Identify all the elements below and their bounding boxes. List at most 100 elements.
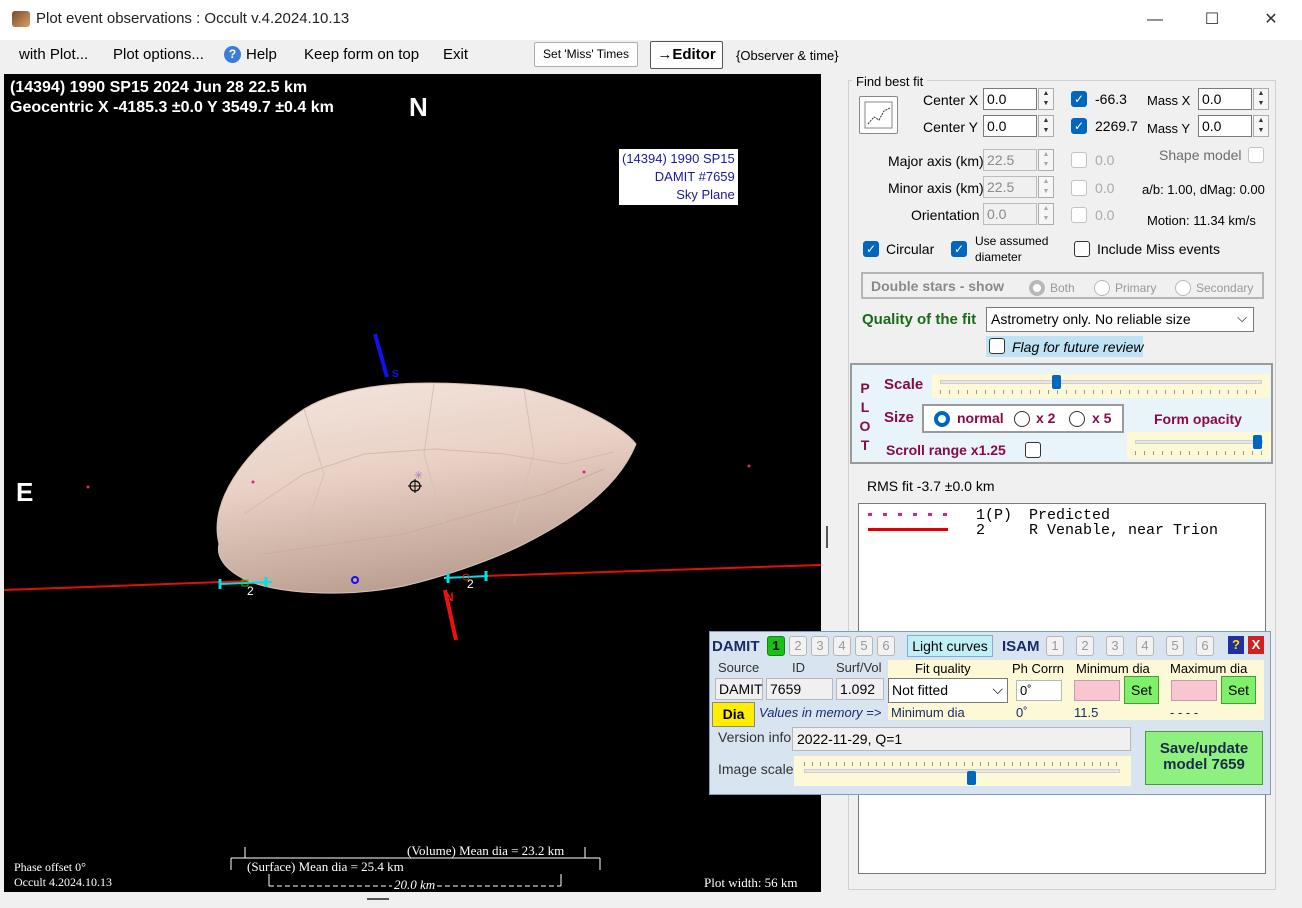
rms-fit-label: RMS fit -3.7 ±0.0 km <box>867 478 995 494</box>
splitter-handle[interactable] <box>826 526 828 548</box>
image-scale-slider[interactable] <box>794 756 1131 786</box>
use-assumed-checkbox[interactable]: ✓ <box>951 241 967 257</box>
surfvol-field: 1.092 <box>836 678 884 700</box>
chevron-down-icon: ⌵ <box>1237 310 1247 325</box>
shape-model-label: Shape model <box>1159 147 1242 163</box>
scroll-range-label: Scroll range x1.25 <box>886 442 1006 458</box>
damit-help-button[interactable]: ? <box>1228 636 1244 654</box>
surface-dia-label: (Surface) Mean dia = 25.4 km <box>247 859 404 874</box>
mass-y-spinner[interactable]: ▲ ▼ <box>1253 115 1269 137</box>
isam-tab-5[interactable]: 5 <box>1166 636 1184 656</box>
flag-review-checkbox[interactable] <box>989 338 1005 354</box>
fit-quality-select[interactable]: Not fitted ⌵ <box>888 678 1008 703</box>
help-icon[interactable]: ? <box>224 46 241 63</box>
opacity-slider[interactable] <box>1127 432 1271 459</box>
major-axis-checkbox[interactable] <box>1071 152 1087 168</box>
observer-legend-line <box>868 528 948 531</box>
ph-corrn-input[interactable]: 0˚ <box>1016 680 1062 701</box>
quality-select[interactable]: Astrometry only. No reliable size ⌵ <box>986 307 1254 332</box>
fit-quality-label: Fit quality <box>915 661 971 676</box>
menu-help[interactable]: Help <box>246 46 277 63</box>
dia-button[interactable]: Dia <box>712 702 755 727</box>
size-x2-radio[interactable] <box>1014 411 1030 427</box>
chord-label-right: 2 <box>467 577 474 591</box>
double-stars-label: Double stars - show <box>871 278 1005 294</box>
max-dia-input[interactable] <box>1171 680 1217 701</box>
minor-axis-check-value: 0.0 <box>1095 180 1115 196</box>
major-axis-input[interactable] <box>983 149 1037 171</box>
editor-button[interactable]: →Editor <box>650 41 723 69</box>
menu-exit[interactable]: Exit <box>443 46 468 63</box>
scale-slider[interactable] <box>932 374 1270 398</box>
circular-checkbox[interactable]: ✓ <box>863 241 879 257</box>
isam-tab-6[interactable]: 6 <box>1196 636 1214 656</box>
light-curves-button[interactable]: Light curves <box>907 635 993 657</box>
scale-bar-label: 20.0 km <box>392 877 438 892</box>
double-both-radio[interactable] <box>1029 280 1045 296</box>
observer-time-label[interactable]: {Observer & time} <box>736 48 839 63</box>
center-y-spinner[interactable]: ▲ ▼ <box>1038 115 1054 137</box>
legend-plane: Sky Plane <box>676 187 735 202</box>
isam-tab-4[interactable]: 4 <box>1136 636 1154 656</box>
max-mem-value: - - - - <box>1170 705 1199 720</box>
find-best-fit-title: Find best fit <box>852 74 928 89</box>
set-miss-times-button[interactable]: Set 'Miss' Times <box>534 42 638 67</box>
mass-x-spinner[interactable]: ▲ ▼ <box>1253 88 1269 110</box>
isam-tab-3[interactable]: 3 <box>1106 636 1124 656</box>
damit-tab-4[interactable]: 4 <box>833 636 851 656</box>
orientation-checkbox[interactable] <box>1071 207 1087 223</box>
orientation-input[interactable] <box>983 203 1037 225</box>
minor-axis-spinner[interactable]: ▲ ▼ <box>1038 176 1054 198</box>
observer-name: R Venable, near Trion <box>1029 522 1219 539</box>
max-dia-set-button[interactable]: Set <box>1221 676 1256 704</box>
center-y-input[interactable] <box>983 115 1037 137</box>
chord-label-left: 2 <box>247 584 254 598</box>
scroll-range-checkbox[interactable] <box>1025 442 1041 458</box>
plot-canvas[interactable]: ✳ (14394) 1990 SP15 2024 Jun 28 22.5 km … <box>4 74 821 892</box>
damit-tab-3[interactable]: 3 <box>811 636 829 656</box>
scale-slider-thumb[interactable] <box>1051 375 1061 389</box>
minimize-button[interactable]: — <box>1132 6 1178 34</box>
min-dia-set-button[interactable]: Set <box>1124 676 1159 704</box>
opacity-slider-thumb[interactable] <box>1252 435 1262 449</box>
shape-model-checkbox[interactable] <box>1248 147 1264 163</box>
size-normal-label: normal <box>957 410 1004 426</box>
maximize-button[interactable]: ☐ <box>1189 6 1235 34</box>
mass-y-input[interactable] <box>1198 115 1252 137</box>
damit-tab-5[interactable]: 5 <box>855 636 873 656</box>
include-miss-checkbox[interactable] <box>1074 241 1090 257</box>
double-primary-radio[interactable] <box>1094 280 1110 296</box>
damit-close-button[interactable]: X <box>1248 636 1264 654</box>
center-y-checkbox[interactable]: ✓ <box>1071 118 1087 134</box>
bottom-splitter-handle[interactable] <box>367 898 389 900</box>
menu-plot-options[interactable]: Plot options... <box>113 46 204 63</box>
center-x-spinner[interactable]: ▲ ▼ <box>1038 88 1054 110</box>
isam-tab-1[interactable]: 1 <box>1046 636 1064 656</box>
damit-tab-1[interactable]: 1 <box>767 636 785 656</box>
min-mem-value: 11.5 <box>1074 705 1099 720</box>
fit-button[interactable] <box>859 96 898 134</box>
center-x-input[interactable] <box>983 88 1037 110</box>
minor-axis-input[interactable] <box>983 176 1037 198</box>
orientation-spinner[interactable]: ▲ ▼ <box>1038 203 1054 225</box>
mass-x-input[interactable] <box>1198 88 1252 110</box>
size-x5-radio[interactable] <box>1069 411 1085 427</box>
damit-tab-6[interactable]: 6 <box>877 636 895 656</box>
menu-with-plot[interactable]: with Plot... <box>19 46 88 63</box>
north-label: N <box>409 92 428 122</box>
save-update-model-button[interactable]: Save/update model 7659 <box>1145 731 1263 785</box>
double-secondary-radio[interactable] <box>1175 280 1191 296</box>
close-button[interactable]: ✕ <box>1248 6 1294 34</box>
legend-damit: DAMIT #7659 <box>654 169 735 184</box>
min-dia-input[interactable] <box>1074 680 1120 701</box>
minor-axis-checkbox[interactable] <box>1071 180 1087 196</box>
center-x-checkbox[interactable]: ✓ <box>1071 91 1087 107</box>
isam-tab-2[interactable]: 2 <box>1076 636 1094 656</box>
id-field: 7659 <box>766 678 833 700</box>
damit-tab-2[interactable]: 2 <box>789 636 807 656</box>
major-axis-spinner[interactable]: ▲ ▼ <box>1038 149 1054 171</box>
size-x5-label: x 5 <box>1092 410 1112 426</box>
size-normal-radio[interactable] <box>934 411 950 427</box>
image-scale-thumb[interactable] <box>967 771 977 785</box>
menu-keep-on-top[interactable]: Keep form on top <box>304 46 419 63</box>
